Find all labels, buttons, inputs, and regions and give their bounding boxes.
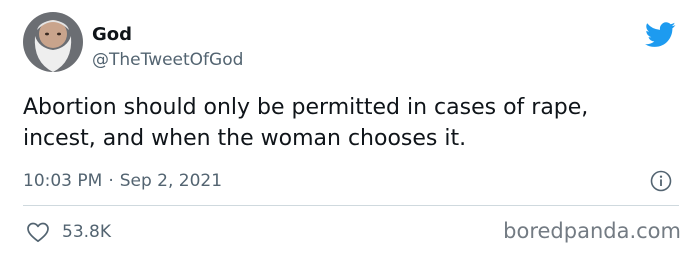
info-icon[interactable] xyxy=(650,170,672,192)
heart-icon[interactable] xyxy=(26,221,50,243)
avatar[interactable] xyxy=(23,12,83,72)
divider xyxy=(23,205,679,206)
author-block[interactable]: God @TheTweetOfGod xyxy=(92,24,243,71)
tweet-text: Abortion should only be permitted in cas… xyxy=(23,95,589,151)
watermark: boredpanda.com xyxy=(503,219,681,243)
like-count[interactable]: 53.8K xyxy=(62,221,111,243)
display-name[interactable]: God xyxy=(92,24,243,46)
twitter-bird-icon[interactable] xyxy=(645,22,676,48)
tweet-meta: 10:03 PM · Sep 2, 2021 xyxy=(23,170,222,192)
tweet-time[interactable]: 10:03 PM xyxy=(23,171,102,191)
avatar-image xyxy=(23,12,83,72)
meta-separator: · xyxy=(108,171,114,191)
user-handle[interactable]: @TheTweetOfGod xyxy=(92,49,243,71)
tweet-date[interactable]: Sep 2, 2021 xyxy=(120,171,222,191)
